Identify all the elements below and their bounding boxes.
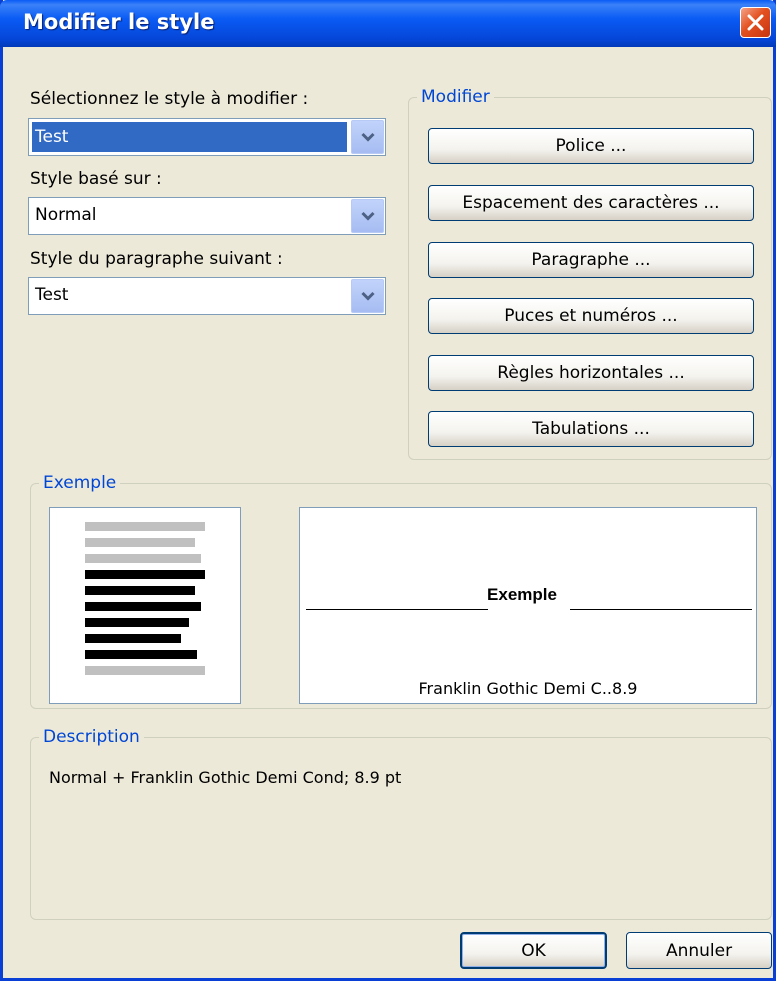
style-select-value: Test xyxy=(32,122,347,152)
preceding-text-line xyxy=(85,554,201,563)
close-icon xyxy=(747,14,764,31)
chevron-down-icon xyxy=(361,211,375,221)
based-on-value: Normal xyxy=(35,205,97,225)
horizontal-rules-button[interactable]: Règles horizontales ... xyxy=(428,355,754,391)
preceding-text-line xyxy=(85,538,195,547)
style-select-dropdown[interactable] xyxy=(351,120,384,154)
modify-style-dialog: Modifier le style Sélectionnez le style … xyxy=(0,0,776,981)
close-button[interactable] xyxy=(740,7,771,38)
paragraph-thumbnail xyxy=(49,507,241,704)
current-text-line xyxy=(85,634,181,643)
modify-legend: Modifier xyxy=(421,87,490,107)
current-text-line xyxy=(85,618,189,627)
description-legend: Description xyxy=(43,727,140,747)
current-text-line xyxy=(85,602,201,611)
font-caption: Franklin Gothic Demi C..8.9 xyxy=(418,679,638,698)
paragraph-button[interactable]: Paragraphe ... xyxy=(428,242,754,278)
tabs-button[interactable]: Tabulations ... xyxy=(428,411,754,447)
current-text-line xyxy=(85,650,197,659)
based-on-select[interactable]: Normal xyxy=(28,197,386,235)
font-sample-preview: Exemple Franklin Gothic Demi C..8.9 xyxy=(299,507,757,704)
style-select-label: Sélectionnez le style à modifier : xyxy=(30,89,309,109)
character-spacing-button[interactable]: Espacement des caractères ... xyxy=(428,185,754,221)
current-text-line xyxy=(85,570,205,579)
next-style-value: Test xyxy=(35,285,69,305)
next-style-label: Style du paragraphe suivant : xyxy=(30,249,283,269)
description-text: Normal + Franklin Gothic Demi Cond; 8.9 … xyxy=(49,768,402,787)
sample-text: Exemple xyxy=(487,585,557,604)
preceding-text-line xyxy=(85,522,205,531)
sample-underline-left xyxy=(306,609,488,610)
bullets-numbering-button[interactable]: Puces et numéros ... xyxy=(428,298,754,334)
title-bar[interactable]: Modifier le style xyxy=(0,0,776,47)
window-title: Modifier le style xyxy=(23,10,215,34)
following-text-line xyxy=(85,666,205,675)
style-select[interactable]: Test xyxy=(28,118,386,156)
chevron-down-icon xyxy=(361,132,375,142)
sample-underline-right xyxy=(570,609,752,610)
current-text-line xyxy=(85,586,195,595)
next-style-dropdown[interactable] xyxy=(351,279,384,313)
ok-button[interactable]: OK xyxy=(460,932,607,969)
next-style-select[interactable]: Test xyxy=(28,277,386,315)
based-on-dropdown[interactable] xyxy=(351,199,384,233)
cancel-button[interactable]: Annuler xyxy=(626,932,772,969)
font-button[interactable]: Police ... xyxy=(428,128,754,164)
based-on-label: Style basé sur : xyxy=(30,169,162,189)
chevron-down-icon xyxy=(361,291,375,301)
example-legend: Exemple xyxy=(43,473,117,493)
description-group: Description xyxy=(30,727,772,920)
